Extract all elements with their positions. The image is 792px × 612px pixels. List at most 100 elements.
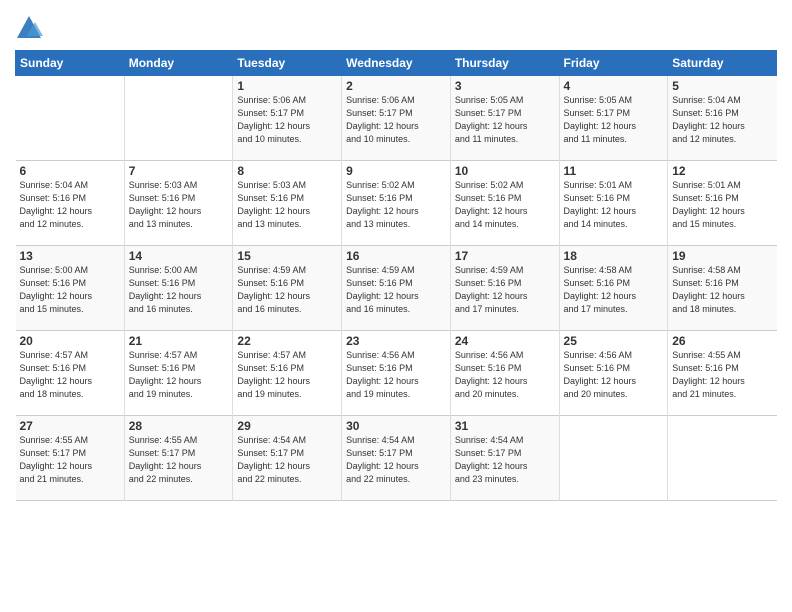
calendar-cell — [559, 416, 668, 501]
calendar-cell: 28Sunrise: 4:55 AM Sunset: 5:17 PM Dayli… — [124, 416, 233, 501]
calendar-week-row: 13Sunrise: 5:00 AM Sunset: 5:16 PM Dayli… — [16, 246, 777, 331]
day-number: 5 — [672, 79, 772, 93]
calendar-cell: 30Sunrise: 4:54 AM Sunset: 5:17 PM Dayli… — [342, 416, 451, 501]
day-number: 31 — [455, 419, 555, 433]
day-info: Sunrise: 5:04 AM Sunset: 5:16 PM Dayligh… — [672, 94, 772, 146]
calendar-cell: 19Sunrise: 4:58 AM Sunset: 5:16 PM Dayli… — [668, 246, 777, 331]
calendar-cell: 27Sunrise: 4:55 AM Sunset: 5:17 PM Dayli… — [16, 416, 125, 501]
calendar-cell: 8Sunrise: 5:03 AM Sunset: 5:16 PM Daylig… — [233, 161, 342, 246]
day-info: Sunrise: 4:58 AM Sunset: 5:16 PM Dayligh… — [672, 264, 772, 316]
calendar-cell: 25Sunrise: 4:56 AM Sunset: 5:16 PM Dayli… — [559, 331, 668, 416]
calendar-week-row: 20Sunrise: 4:57 AM Sunset: 5:16 PM Dayli… — [16, 331, 777, 416]
day-info: Sunrise: 5:01 AM Sunset: 5:16 PM Dayligh… — [672, 179, 772, 231]
day-number: 17 — [455, 249, 555, 263]
day-number: 27 — [20, 419, 120, 433]
calendar-cell: 9Sunrise: 5:02 AM Sunset: 5:16 PM Daylig… — [342, 161, 451, 246]
calendar-cell: 13Sunrise: 5:00 AM Sunset: 5:16 PM Dayli… — [16, 246, 125, 331]
calendar-cell: 18Sunrise: 4:58 AM Sunset: 5:16 PM Dayli… — [559, 246, 668, 331]
calendar-cell — [124, 76, 233, 161]
day-number: 8 — [237, 164, 337, 178]
calendar-cell: 7Sunrise: 5:03 AM Sunset: 5:16 PM Daylig… — [124, 161, 233, 246]
weekday-header-wednesday: Wednesday — [342, 51, 451, 76]
day-info: Sunrise: 5:05 AM Sunset: 5:17 PM Dayligh… — [564, 94, 664, 146]
day-number: 23 — [346, 334, 446, 348]
day-number: 2 — [346, 79, 446, 93]
day-info: Sunrise: 4:57 AM Sunset: 5:16 PM Dayligh… — [20, 349, 120, 401]
calendar-cell: 29Sunrise: 4:54 AM Sunset: 5:17 PM Dayli… — [233, 416, 342, 501]
weekday-header-row: SundayMondayTuesdayWednesdayThursdayFrid… — [16, 51, 777, 76]
day-info: Sunrise: 5:00 AM Sunset: 5:16 PM Dayligh… — [20, 264, 120, 316]
day-info: Sunrise: 5:01 AM Sunset: 5:16 PM Dayligh… — [564, 179, 664, 231]
calendar-cell: 5Sunrise: 5:04 AM Sunset: 5:16 PM Daylig… — [668, 76, 777, 161]
calendar-cell: 3Sunrise: 5:05 AM Sunset: 5:17 PM Daylig… — [450, 76, 559, 161]
day-info: Sunrise: 5:06 AM Sunset: 5:17 PM Dayligh… — [237, 94, 337, 146]
day-number: 20 — [20, 334, 120, 348]
day-info: Sunrise: 4:56 AM Sunset: 5:16 PM Dayligh… — [564, 349, 664, 401]
calendar-cell: 2Sunrise: 5:06 AM Sunset: 5:17 PM Daylig… — [342, 76, 451, 161]
calendar-cell: 31Sunrise: 4:54 AM Sunset: 5:17 PM Dayli… — [450, 416, 559, 501]
day-number: 16 — [346, 249, 446, 263]
calendar-cell: 10Sunrise: 5:02 AM Sunset: 5:16 PM Dayli… — [450, 161, 559, 246]
day-number: 22 — [237, 334, 337, 348]
day-number: 24 — [455, 334, 555, 348]
day-number: 7 — [129, 164, 229, 178]
calendar-week-row: 6Sunrise: 5:04 AM Sunset: 5:16 PM Daylig… — [16, 161, 777, 246]
day-info: Sunrise: 4:55 AM Sunset: 5:16 PM Dayligh… — [672, 349, 772, 401]
calendar-cell: 6Sunrise: 5:04 AM Sunset: 5:16 PM Daylig… — [16, 161, 125, 246]
day-info: Sunrise: 5:04 AM Sunset: 5:16 PM Dayligh… — [20, 179, 120, 231]
calendar-cell: 17Sunrise: 4:59 AM Sunset: 5:16 PM Dayli… — [450, 246, 559, 331]
day-info: Sunrise: 4:58 AM Sunset: 5:16 PM Dayligh… — [564, 264, 664, 316]
page-header — [15, 10, 777, 42]
day-info: Sunrise: 5:05 AM Sunset: 5:17 PM Dayligh… — [455, 94, 555, 146]
day-info: Sunrise: 4:55 AM Sunset: 5:17 PM Dayligh… — [20, 434, 120, 486]
day-number: 30 — [346, 419, 446, 433]
day-info: Sunrise: 4:54 AM Sunset: 5:17 PM Dayligh… — [346, 434, 446, 486]
day-number: 21 — [129, 334, 229, 348]
calendar-cell: 14Sunrise: 5:00 AM Sunset: 5:16 PM Dayli… — [124, 246, 233, 331]
weekday-header-tuesday: Tuesday — [233, 51, 342, 76]
day-number: 9 — [346, 164, 446, 178]
calendar-cell: 23Sunrise: 4:56 AM Sunset: 5:16 PM Dayli… — [342, 331, 451, 416]
weekday-header-friday: Friday — [559, 51, 668, 76]
day-info: Sunrise: 4:56 AM Sunset: 5:16 PM Dayligh… — [455, 349, 555, 401]
calendar-cell: 24Sunrise: 4:56 AM Sunset: 5:16 PM Dayli… — [450, 331, 559, 416]
day-info: Sunrise: 4:55 AM Sunset: 5:17 PM Dayligh… — [129, 434, 229, 486]
calendar-cell: 26Sunrise: 4:55 AM Sunset: 5:16 PM Dayli… — [668, 331, 777, 416]
day-number: 29 — [237, 419, 337, 433]
calendar-header: SundayMondayTuesdayWednesdayThursdayFrid… — [16, 51, 777, 76]
weekday-header-saturday: Saturday — [668, 51, 777, 76]
day-number: 12 — [672, 164, 772, 178]
calendar-week-row: 27Sunrise: 4:55 AM Sunset: 5:17 PM Dayli… — [16, 416, 777, 501]
logo — [15, 14, 47, 42]
calendar-cell: 15Sunrise: 4:59 AM Sunset: 5:16 PM Dayli… — [233, 246, 342, 331]
day-number: 10 — [455, 164, 555, 178]
day-number: 13 — [20, 249, 120, 263]
day-info: Sunrise: 4:59 AM Sunset: 5:16 PM Dayligh… — [455, 264, 555, 316]
weekday-header-thursday: Thursday — [450, 51, 559, 76]
day-info: Sunrise: 5:02 AM Sunset: 5:16 PM Dayligh… — [455, 179, 555, 231]
calendar-cell: 12Sunrise: 5:01 AM Sunset: 5:16 PM Dayli… — [668, 161, 777, 246]
calendar-table: SundayMondayTuesdayWednesdayThursdayFrid… — [15, 50, 777, 501]
calendar-cell: 20Sunrise: 4:57 AM Sunset: 5:16 PM Dayli… — [16, 331, 125, 416]
day-number: 25 — [564, 334, 664, 348]
day-number: 4 — [564, 79, 664, 93]
day-info: Sunrise: 4:59 AM Sunset: 5:16 PM Dayligh… — [346, 264, 446, 316]
day-info: Sunrise: 5:03 AM Sunset: 5:16 PM Dayligh… — [237, 179, 337, 231]
day-number: 18 — [564, 249, 664, 263]
calendar-cell: 16Sunrise: 4:59 AM Sunset: 5:16 PM Dayli… — [342, 246, 451, 331]
calendar-cell: 11Sunrise: 5:01 AM Sunset: 5:16 PM Dayli… — [559, 161, 668, 246]
calendar-cell: 22Sunrise: 4:57 AM Sunset: 5:16 PM Dayli… — [233, 331, 342, 416]
day-number: 28 — [129, 419, 229, 433]
day-number: 3 — [455, 79, 555, 93]
day-info: Sunrise: 4:54 AM Sunset: 5:17 PM Dayligh… — [455, 434, 555, 486]
day-number: 15 — [237, 249, 337, 263]
day-info: Sunrise: 5:03 AM Sunset: 5:16 PM Dayligh… — [129, 179, 229, 231]
day-info: Sunrise: 4:59 AM Sunset: 5:16 PM Dayligh… — [237, 264, 337, 316]
day-info: Sunrise: 4:56 AM Sunset: 5:16 PM Dayligh… — [346, 349, 446, 401]
calendar-cell: 1Sunrise: 5:06 AM Sunset: 5:17 PM Daylig… — [233, 76, 342, 161]
day-number: 14 — [129, 249, 229, 263]
day-number: 26 — [672, 334, 772, 348]
day-number: 1 — [237, 79, 337, 93]
day-info: Sunrise: 5:00 AM Sunset: 5:16 PM Dayligh… — [129, 264, 229, 316]
day-number: 11 — [564, 164, 664, 178]
